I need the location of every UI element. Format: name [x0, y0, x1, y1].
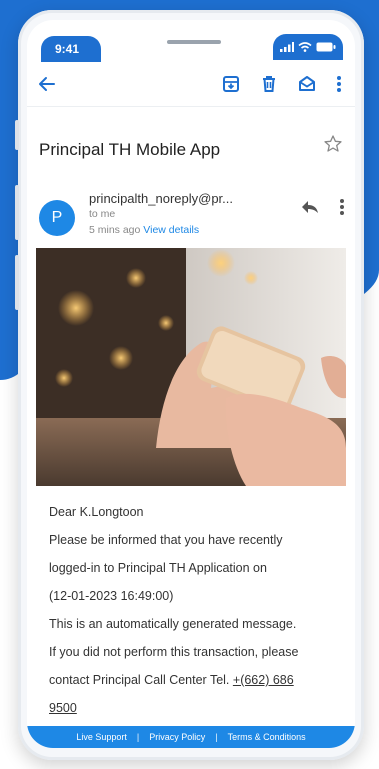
footer-separator: | [136, 732, 140, 742]
greeting: Dear K.Longtoon [49, 505, 144, 519]
terms-conditions-link[interactable]: Terms & Conditions [228, 732, 306, 742]
status-icons [273, 34, 343, 60]
speaker-notch [167, 40, 221, 44]
body-line: logged-in to Principal TH Application on [49, 561, 267, 575]
sender-avatar: P [39, 200, 75, 236]
contact-prefix: contact Principal Call Center Tel. [49, 673, 233, 687]
star-icon[interactable] [323, 134, 343, 159]
sender-name: principalth_noreply@pr... [89, 191, 233, 206]
live-support-link[interactable]: Live Support [76, 732, 127, 742]
sent-time-row: 5 mins ago View details [89, 224, 199, 236]
mark-unread-icon[interactable] [295, 72, 319, 96]
more-vertical-icon[interactable] [339, 198, 345, 221]
phone-frame: 9:41 Principal TH Mobile App P principal… [15, 10, 364, 760]
contact-line: contact Principal Call Center Tel. +(662… [49, 666, 349, 694]
phone-side-button [15, 120, 19, 150]
email-body: Dear K.Longtoon Please be informed that … [49, 498, 349, 722]
privacy-policy-link[interactable]: Privacy Policy [149, 732, 205, 742]
email-toolbar [27, 62, 355, 107]
email-footer: Live Support | Privacy Policy | Terms & … [27, 726, 355, 748]
footer-separator: | [215, 732, 218, 742]
login-timestamp: (12-01-2023 16:49:00) [49, 589, 174, 603]
sent-time: 5 mins ago [89, 224, 141, 236]
battery-icon [316, 42, 336, 52]
wifi-icon [298, 42, 312, 52]
status-bar: 9:41 [27, 20, 355, 62]
hands-holding-phone-illustration [36, 248, 346, 486]
more-vertical-icon[interactable] [331, 72, 347, 96]
body-line: If you did not perform this transaction,… [49, 645, 299, 659]
reply-icon[interactable] [301, 200, 319, 219]
email-subject: Principal TH Mobile App [39, 140, 221, 159]
trash-icon[interactable] [257, 72, 281, 96]
archive-icon[interactable] [219, 72, 243, 96]
phone-link[interactable]: +(662) 686 [233, 673, 294, 687]
email-banner-photo [36, 248, 346, 486]
phone-link-continued[interactable]: 9500 [49, 701, 77, 715]
status-time: 9:41 [41, 36, 101, 62]
phone-screen: 9:41 Principal TH Mobile App P principal… [27, 20, 355, 748]
body-line: Please be informed that you have recentl… [49, 533, 283, 547]
back-arrow-icon[interactable] [35, 72, 59, 96]
view-details-link[interactable]: View details [143, 224, 199, 236]
phone-side-button [15, 185, 19, 240]
phone-side-button [15, 255, 19, 310]
signal-icon [280, 42, 294, 52]
recipient-label: to me [89, 208, 116, 220]
body-line: This is an automatically generated messa… [49, 617, 297, 631]
